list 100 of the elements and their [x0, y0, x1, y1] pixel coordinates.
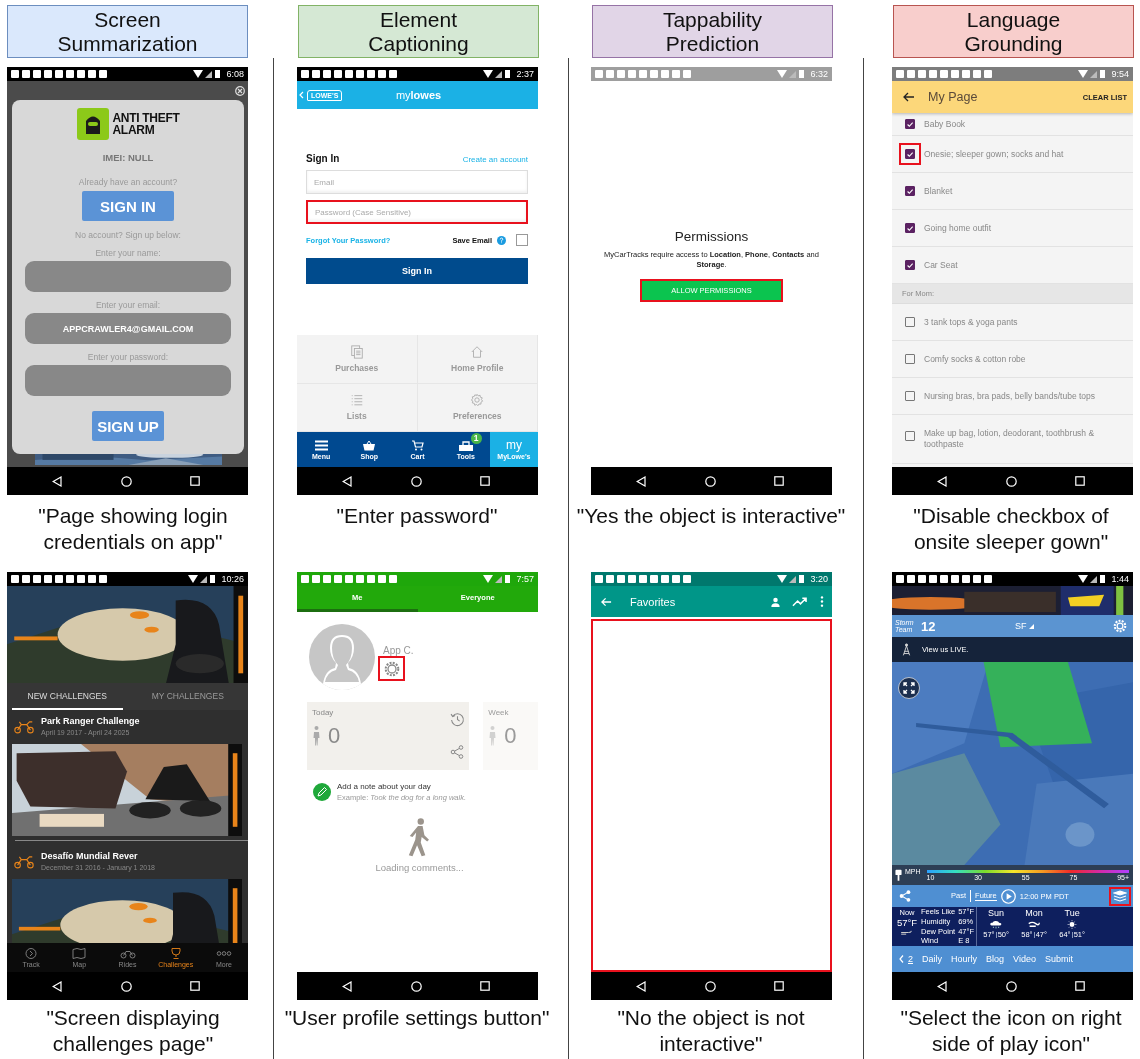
pencil-icon[interactable]	[313, 783, 331, 801]
current-temperature: 57°F	[896, 917, 918, 928]
home-icon[interactable]	[704, 475, 716, 487]
note-prompt[interactable]: Add a note about your day	[337, 782, 466, 791]
card-label: Today	[312, 708, 335, 717]
fullscreen-icon[interactable]	[898, 677, 920, 699]
checkbox[interactable]	[905, 391, 915, 401]
input-field[interactable]	[25, 261, 231, 292]
location-selector[interactable]: SF	[1015, 621, 1027, 631]
checkbox[interactable]	[905, 317, 915, 327]
nav-link[interactable]: Blog	[986, 954, 1005, 964]
settings-button[interactable]	[378, 656, 405, 681]
recents-icon[interactable]	[774, 476, 784, 486]
input-field[interactable]	[25, 365, 231, 396]
wind-icon	[901, 930, 913, 935]
share-icon[interactable]	[450, 745, 465, 759]
user-name: App C.	[383, 645, 414, 656]
checkbox[interactable]	[905, 119, 915, 129]
nav-link[interactable]: Video	[1013, 954, 1036, 964]
input-field[interactable]: Password (Case Sensitive)	[306, 200, 528, 224]
sign-in-button[interactable]: Sign In	[306, 258, 528, 284]
sign-in-heading: Sign In	[306, 153, 340, 164]
close-icon[interactable]	[235, 86, 245, 96]
challenge-title[interactable]: Park Ranger Challenge	[41, 716, 140, 726]
trending-up-icon[interactable]	[792, 596, 807, 607]
rain-cloud-icon	[989, 920, 1004, 929]
play-icon[interactable]	[1000, 888, 1016, 904]
menu-tile[interactable]: Purchases	[297, 335, 418, 384]
home-icon[interactable]	[120, 475, 132, 487]
app-name: ALARM	[112, 124, 156, 136]
create-account-link[interactable]: Create an account	[462, 155, 528, 164]
item-label: Onesie; sleeper gown; socks and hat	[924, 148, 1065, 160]
list-icon	[349, 393, 364, 408]
imei-text: IMEI: NULL	[102, 152, 154, 163]
sign-up-button[interactable]: SIGN UP	[92, 411, 164, 441]
history-icon[interactable]	[450, 712, 466, 727]
challenge-title[interactable]: Desafío Mundial Rever	[41, 851, 156, 861]
forecast-day[interactable]: Mon	[1025, 908, 1043, 918]
home-icon[interactable]	[704, 980, 716, 992]
stats-card[interactable]: Today 0	[307, 702, 470, 770]
antenna-icon	[902, 643, 911, 656]
checkbox[interactable]	[905, 223, 915, 233]
back-arrow-icon[interactable]	[903, 92, 915, 102]
home-icon[interactable]	[1005, 980, 1017, 992]
recents-icon[interactable]	[1075, 476, 1085, 486]
status-time: 10:26	[221, 574, 244, 584]
settings-icon[interactable]	[1113, 619, 1127, 633]
back-icon[interactable]	[937, 980, 947, 992]
help-icon[interactable]	[497, 235, 506, 245]
back-icon[interactable]	[636, 980, 646, 992]
item-label: 3 tank tops & yoga pants	[924, 316, 1019, 328]
checkbox[interactable]	[905, 149, 915, 159]
back-icon[interactable]	[342, 475, 352, 487]
loading-text: Loading comments...	[375, 862, 464, 873]
nav-link[interactable]: Daily	[922, 954, 943, 964]
checkbox[interactable]	[905, 260, 915, 270]
stats-card[interactable]: Week 0	[483, 702, 538, 770]
back-icon[interactable]	[937, 475, 947, 487]
badge: 1	[470, 433, 482, 444]
back-icon[interactable]	[52, 475, 62, 487]
brush-icon[interactable]	[895, 868, 902, 882]
chevron-left-icon[interactable]	[899, 955, 904, 963]
input-field[interactable]: APPCRAWLER4@GMAIL.COM	[25, 313, 231, 344]
checkbox[interactable]	[905, 186, 915, 196]
avatar-icon	[309, 624, 375, 690]
home-icon[interactable]	[410, 475, 422, 487]
back-icon[interactable]	[52, 980, 62, 992]
home-icon[interactable]	[120, 980, 132, 992]
home-icon[interactable]	[1005, 475, 1017, 487]
motorcycle-icon	[13, 853, 35, 869]
play-circle-icon	[23, 947, 40, 959]
checkbox[interactable]	[905, 354, 915, 364]
recents-icon[interactable]	[190, 476, 200, 486]
home-icon[interactable]	[410, 980, 422, 992]
more-icon[interactable]	[820, 596, 824, 607]
page-number[interactable]: 2	[908, 954, 913, 964]
forecast-day[interactable]: Tue	[1064, 908, 1080, 918]
recents-icon[interactable]	[480, 981, 490, 991]
signal-icons-drawing	[483, 575, 512, 583]
share-icon[interactable]	[899, 890, 911, 902]
layers-button[interactable]	[1109, 886, 1131, 906]
walking-person-icon	[406, 816, 429, 858]
nav-link[interactable]: Submit	[1044, 954, 1073, 964]
checkbox[interactable]	[905, 431, 915, 441]
house-icon	[470, 344, 485, 359]
person-icon[interactable]	[770, 596, 781, 607]
back-icon[interactable]	[636, 475, 646, 487]
checkbox[interactable]	[516, 234, 528, 246]
recents-icon[interactable]	[774, 981, 784, 991]
nav-link[interactable]: Hourly	[951, 954, 978, 964]
back-icon[interactable]	[342, 980, 352, 992]
tab[interactable]: MY CHALLENGES	[132, 683, 243, 710]
item-label: Nursing bras, bra pads, belly bands/tube tops	[924, 390, 1097, 402]
sign-in-button[interactable]: SIGN IN	[82, 191, 174, 221]
recents-icon[interactable]	[480, 476, 490, 486]
walker-icon	[488, 726, 498, 746]
menu-tile[interactable]: Home Profile	[417, 335, 538, 384]
recents-icon[interactable]	[1075, 981, 1085, 991]
forecast-day[interactable]: Sun	[988, 908, 1005, 918]
recents-icon[interactable]	[190, 981, 200, 991]
